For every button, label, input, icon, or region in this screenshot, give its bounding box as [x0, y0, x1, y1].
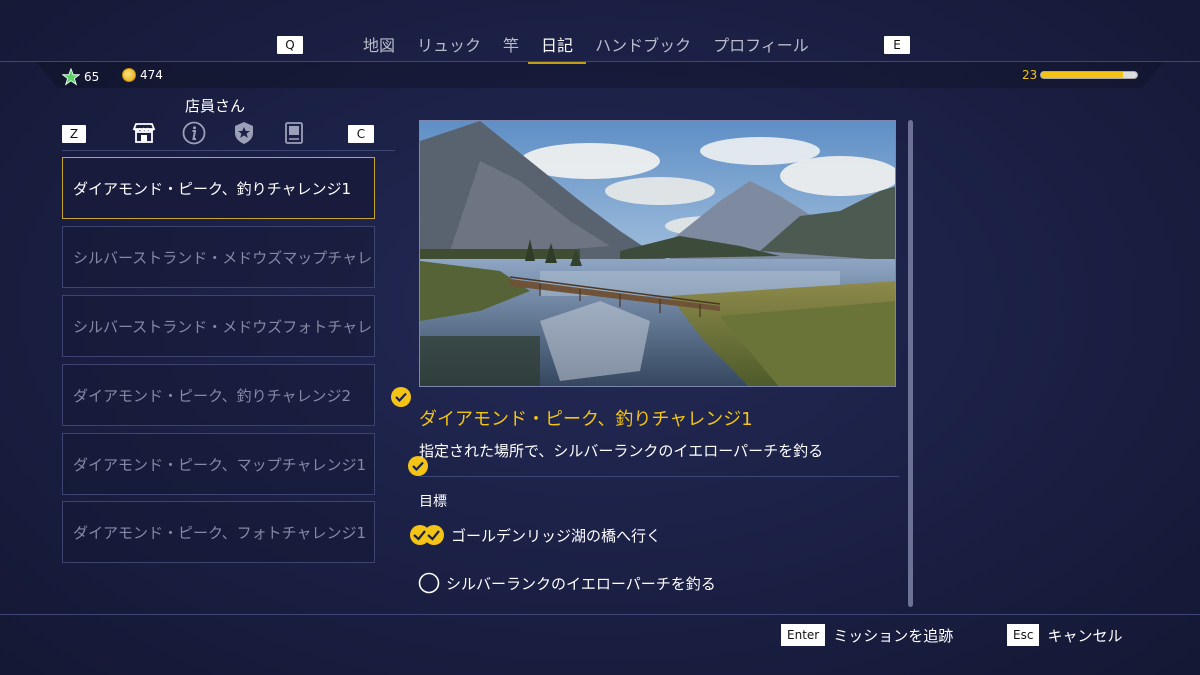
- top-divider: [0, 61, 1200, 62]
- shop-icon[interactable]: [131, 120, 157, 146]
- quest-item[interactable]: シルバーストランド・メドウズフォトチャレンジ: [62, 295, 375, 357]
- double-checkmark-icon: [410, 525, 444, 545]
- esc-key[interactable]: Esc: [1007, 624, 1040, 646]
- objective-item: ゴールデンリッジ湖の橋へ行く: [409, 524, 661, 546]
- quest-item[interactable]: ダイアモンド・ピーク、釣りチャレンジ2: [62, 364, 375, 426]
- quest-item[interactable]: シルバーストランド・メドウズマップチャレンジ: [62, 226, 375, 288]
- stars-value: 65: [84, 70, 100, 84]
- quest-label: ダイアモンド・ピーク、釣りチャレンジ2: [73, 387, 352, 405]
- enter-key[interactable]: Enter: [781, 624, 826, 646]
- xp-bar-fill: [1041, 72, 1123, 78]
- quest-label: ダイアモンド・ピーク、釣りチャレンジ1: [73, 180, 352, 198]
- info-icon[interactable]: [181, 120, 207, 146]
- prev-tab-key[interactable]: Q: [277, 36, 303, 54]
- quest-label: ダイアモンド・ピーク、マップチャレンジ1: [73, 456, 367, 474]
- track-mission-label: ミッションを追跡: [833, 626, 954, 645]
- quest-item[interactable]: ダイアモンド・ピーク、マップチャレンジ1: [62, 433, 375, 495]
- quest-label: シルバーストランド・メドウズフォトチャレンジ: [73, 318, 375, 336]
- tab-profile[interactable]: プロフィール: [702, 34, 820, 60]
- status-bar: [36, 62, 1164, 88]
- quest-description: 指定された場所で、シルバーランクのイエローパーチを釣る: [419, 442, 824, 460]
- quest-title: ダイアモンド・ピーク、釣りチャレンジ1: [419, 409, 753, 430]
- objective-label: ゴールデンリッジ湖の橋へ行く: [451, 526, 662, 545]
- checkmark-icon: [391, 387, 411, 407]
- cancel-hint[interactable]: Esc キャンセル: [1007, 624, 1122, 646]
- main-tabs: 地図 リュック 竿 日記 ハンドブック プロフィール: [352, 34, 820, 64]
- next-category-key[interactable]: C: [348, 125, 374, 143]
- xp-bar: [1040, 71, 1138, 79]
- quest-item[interactable]: ダイアモンド・ピーク、釣りチャレンジ1: [62, 157, 375, 219]
- next-tab-key[interactable]: E: [884, 36, 910, 54]
- quest-label: ダイアモンド・ピーク、フォトチャレンジ1: [73, 524, 367, 542]
- stars-counter: 65: [62, 68, 99, 86]
- prev-category-key[interactable]: Z: [62, 125, 86, 143]
- category-divider: [62, 150, 395, 151]
- book-icon[interactable]: [281, 120, 307, 146]
- badge-icon[interactable]: [231, 120, 257, 146]
- star-icon: [62, 68, 80, 86]
- coins-value: 474: [140, 68, 163, 82]
- quest-item[interactable]: ダイアモンド・ピーク、フォトチャレンジ1: [62, 501, 375, 563]
- tab-map[interactable]: 地図: [352, 34, 406, 60]
- cancel-label: キャンセル: [1047, 626, 1123, 645]
- tab-rod[interactable]: 竿: [492, 34, 530, 60]
- player-level: 23: [1022, 68, 1038, 82]
- objectives-heading: 目標: [419, 494, 447, 510]
- tab-journal[interactable]: 日記: [528, 34, 587, 64]
- track-mission-hint[interactable]: Enter ミッションを追跡: [781, 624, 953, 646]
- quest-label: シルバーストランド・メドウズマップチャレンジ: [73, 249, 375, 267]
- coins-counter: 474: [122, 68, 163, 82]
- objective-item: シルバーランクのイエローパーチを釣る: [418, 572, 716, 594]
- empty-circle-icon: [418, 572, 440, 594]
- bottom-divider: [0, 614, 1200, 615]
- detail-divider: [419, 476, 899, 477]
- objective-label: シルバーランクのイエローパーチを釣る: [446, 574, 716, 593]
- quest-preview-image: [419, 120, 896, 387]
- coin-icon: [122, 68, 136, 82]
- tab-backpack[interactable]: リュック: [406, 34, 492, 60]
- detail-scrollbar[interactable]: [908, 120, 913, 607]
- tab-handbook[interactable]: ハンドブック: [584, 34, 702, 60]
- panel-title: 店員さん: [185, 97, 246, 115]
